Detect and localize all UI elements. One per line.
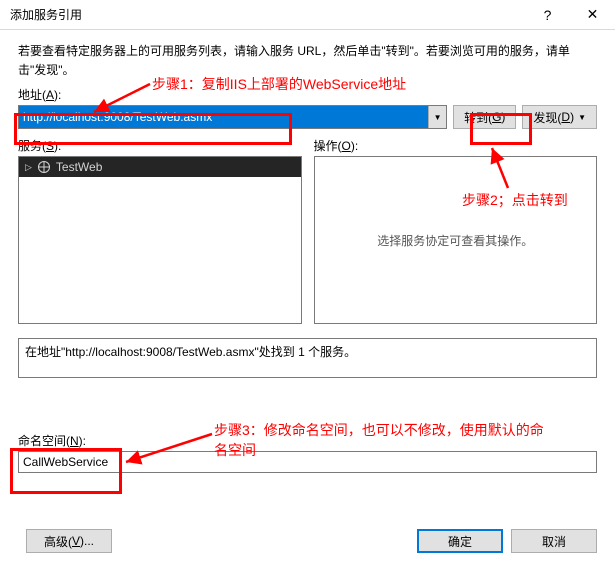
chevron-down-icon: ▼	[578, 113, 586, 122]
window-titlebar: 添加服务引用 ? ✕	[0, 0, 615, 30]
operations-panel: 选择服务协定可查看其操作。	[314, 156, 598, 324]
help-icon: ?	[544, 7, 552, 23]
tree-item-label: TestWeb	[56, 160, 102, 174]
instruction-text: 若要查看特定服务器上的可用服务列表，请输入服务 URL，然后单击"转到"。若要浏…	[18, 42, 597, 80]
namespace-label: 命名空间(N):	[18, 432, 597, 449]
tree-item-testweb[interactable]: ▷ TestWeb	[19, 157, 301, 177]
services-label: 服务(S):	[18, 137, 302, 154]
address-label: 地址(A):	[18, 86, 597, 103]
address-dropdown-button[interactable]: ▼	[428, 106, 446, 128]
window-title: 添加服务引用	[10, 6, 525, 23]
help-button[interactable]: ?	[525, 0, 570, 30]
status-text: 在地址"http://localhost:9008/TestWeb.asmx"处…	[25, 345, 356, 359]
operations-placeholder: 选择服务协定可查看其操作。	[377, 232, 533, 249]
operations-label: 操作(O):	[314, 137, 598, 154]
ok-button[interactable]: 确定	[417, 529, 503, 553]
advanced-button[interactable]: 高级(V)...	[26, 529, 112, 553]
address-input[interactable]	[19, 106, 428, 128]
services-tree[interactable]: ▷ TestWeb	[18, 156, 302, 324]
cancel-button[interactable]: 取消	[511, 529, 597, 553]
address-combobox[interactable]: ▼	[18, 105, 447, 129]
go-button[interactable]: 转到(G)	[453, 105, 516, 129]
caret-right-icon: ▷	[25, 162, 32, 173]
close-icon: ✕	[587, 6, 599, 23]
close-button[interactable]: ✕	[570, 0, 615, 30]
namespace-input[interactable]	[18, 451, 597, 473]
status-box: 在地址"http://localhost:9008/TestWeb.asmx"处…	[18, 338, 597, 378]
chevron-down-icon: ▼	[434, 113, 442, 122]
discover-button[interactable]: 发现(D) ▼	[522, 105, 597, 129]
globe-icon	[38, 161, 50, 173]
